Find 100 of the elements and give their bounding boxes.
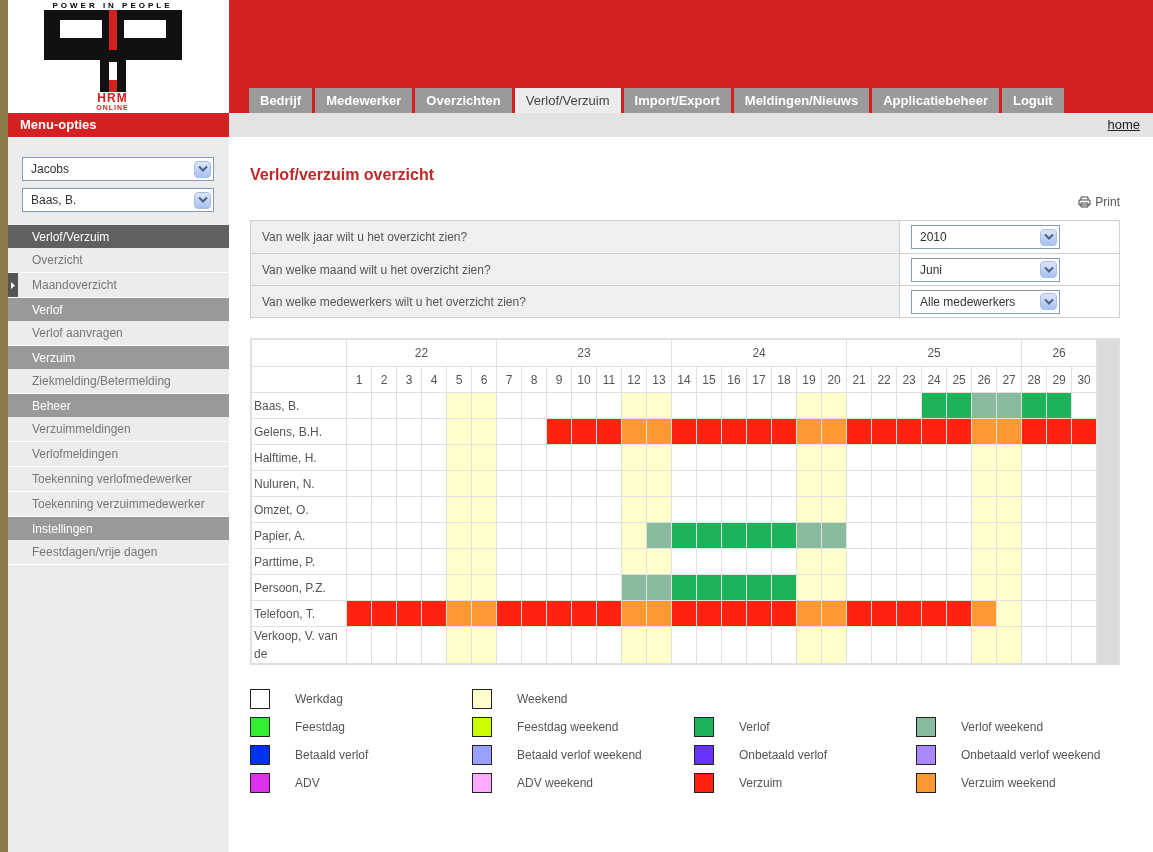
sidebar-heading[interactable]: Verlof/Verzuim [8, 225, 229, 248]
filter-question: Van welk jaar wilt u het overzicht zien? [251, 221, 900, 253]
nav-tab[interactable]: Import/Export [623, 88, 731, 113]
nav-tab[interactable]: Verlof/Verzuim [514, 88, 621, 113]
day-header: 6 [471, 366, 497, 393]
employee-name: Parttime, P. [251, 548, 347, 575]
day-header: 4 [421, 366, 447, 393]
sidebar-item[interactable]: Toekenning verzuimmedewerker [18, 492, 205, 516]
filter-question: Van welke maand wilt u het overzicht zien? [251, 254, 900, 285]
legend-label: Onbetaald verlof [739, 747, 828, 764]
printer-icon [1078, 196, 1092, 208]
logo-mark-icon [43, 10, 182, 92]
nav-tab[interactable]: Meldingen/Nieuws [733, 88, 870, 113]
day-header: 23 [896, 366, 922, 393]
week-header: 26 [1021, 339, 1097, 367]
day-header: 2 [371, 366, 397, 393]
chevron-icon [194, 191, 211, 209]
chevron-icon [1040, 228, 1057, 246]
day-header: 8 [521, 366, 547, 393]
day-header: 29 [1046, 366, 1072, 393]
day-header: 28 [1021, 366, 1047, 393]
sidebar-item[interactable]: Ziekmelding/Betermelding [18, 369, 171, 393]
day-header: 24 [921, 366, 947, 393]
sidebar-item[interactable]: Feestdagen/vrije dagen [18, 540, 158, 564]
employee-name: Nuluren, N. [251, 470, 347, 497]
legend-label: Feestdag weekend [517, 719, 619, 736]
day-header: 10 [571, 366, 597, 393]
select-field[interactable]: Baas, B. [22, 188, 214, 212]
chevron-icon [194, 160, 211, 178]
day-header: 15 [696, 366, 722, 393]
sidebar-item[interactable]: Maandoverzicht [18, 273, 117, 297]
legend-label: Verzuim [739, 775, 783, 792]
week-header: 22 [346, 339, 497, 367]
day-header: 18 [771, 366, 797, 393]
legend-label: Verlof [739, 719, 770, 736]
print-link[interactable]: Print [1078, 193, 1120, 211]
select-field[interactable]: Alle medewerkers [911, 289, 1060, 314]
day-header: 26 [971, 366, 997, 393]
employee-name: Verkoop, V. van de [251, 626, 347, 664]
legend-label: ADV [295, 775, 320, 792]
day-header: 7 [496, 366, 522, 393]
nav-tab[interactable]: Applicatiebeheer [872, 88, 999, 113]
employee-name: Persoon, P.Z. [251, 574, 347, 601]
legend-label: Weekend [517, 691, 568, 708]
day-header: 20 [821, 366, 847, 393]
sidebar-item[interactable]: Verzuimmeldingen [18, 417, 131, 441]
day-header: 5 [446, 366, 472, 393]
select-field[interactable]: Juni [911, 257, 1060, 282]
day-header: 12 [621, 366, 647, 393]
filter-question: Van welke medewerkers wilt u het overzicht zien? [251, 286, 900, 317]
employee-name: Telefoon, T. [251, 600, 347, 627]
nav-tab[interactable]: Loguit [1002, 88, 1064, 113]
nav-tab[interactable]: Bedrijf [249, 88, 313, 113]
day-header: 17 [746, 366, 772, 393]
sidebar-heading[interactable]: Instellingen [8, 517, 229, 540]
chevron-icon [1040, 293, 1057, 310]
select-field[interactable]: 2010 [911, 225, 1060, 249]
employee-name: Baas, B. [251, 392, 347, 419]
day-header: 11 [596, 366, 622, 393]
day-header: 9 [546, 366, 572, 393]
day-header: 19 [796, 366, 822, 393]
legend-label: Werkdag [295, 691, 343, 708]
day-header: 30 [1071, 366, 1097, 393]
day-header: 14 [671, 366, 697, 393]
select-field[interactable]: Jacobs [22, 157, 214, 181]
legend-label: Onbetaald verlof weekend [961, 747, 1101, 764]
page-title: Verlof/verzuim overzicht [250, 165, 436, 185]
employee-name: Gelens, B.H. [251, 418, 347, 445]
sidebar-heading[interactable]: Verzuim [8, 346, 229, 369]
employee-name: Papier, A. [251, 522, 347, 549]
day-header: 3 [396, 366, 422, 393]
day-header: 22 [871, 366, 897, 393]
sidebar-heading[interactable]: Beheer [8, 394, 229, 417]
sidebar-heading[interactable]: Verlof [8, 298, 229, 321]
sidebar-item[interactable]: Verlofmeldingen [18, 442, 119, 466]
day-header: 13 [646, 366, 672, 393]
legend-label: Verzuim weekend [961, 775, 1056, 792]
legend-label: ADV weekend [517, 775, 594, 792]
nav-tab[interactable]: Overzichten [415, 88, 512, 113]
legend-label: Verlof weekend [961, 719, 1044, 736]
day-header: 21 [846, 366, 872, 393]
week-header: 24 [671, 339, 847, 367]
day-header: 1 [346, 366, 372, 393]
day-header: 27 [996, 366, 1022, 393]
employee-name: Omzet, O. [251, 496, 347, 523]
home-link[interactable]: home [1107, 115, 1140, 135]
nav-tab[interactable]: Medewerker [315, 88, 413, 113]
day-header: 25 [946, 366, 972, 393]
sidebar-title: Menu-opties [8, 113, 229, 137]
legend-label: Feestdag [295, 719, 346, 736]
week-header: 23 [496, 339, 672, 367]
legend-label: Betaald verlof weekend [517, 747, 642, 764]
day-header: 16 [721, 366, 747, 393]
week-header: 25 [846, 339, 1022, 367]
legend-label: Betaald verlof [295, 747, 369, 764]
employee-name: Halftime, H. [251, 444, 347, 471]
sidebar-item[interactable]: Overzicht [18, 248, 83, 272]
chevron-icon [1040, 261, 1057, 278]
sidebar-item[interactable]: Verlof aanvragen [18, 321, 123, 345]
sidebar-item[interactable]: Toekenning verlofmedewerker [18, 467, 193, 491]
